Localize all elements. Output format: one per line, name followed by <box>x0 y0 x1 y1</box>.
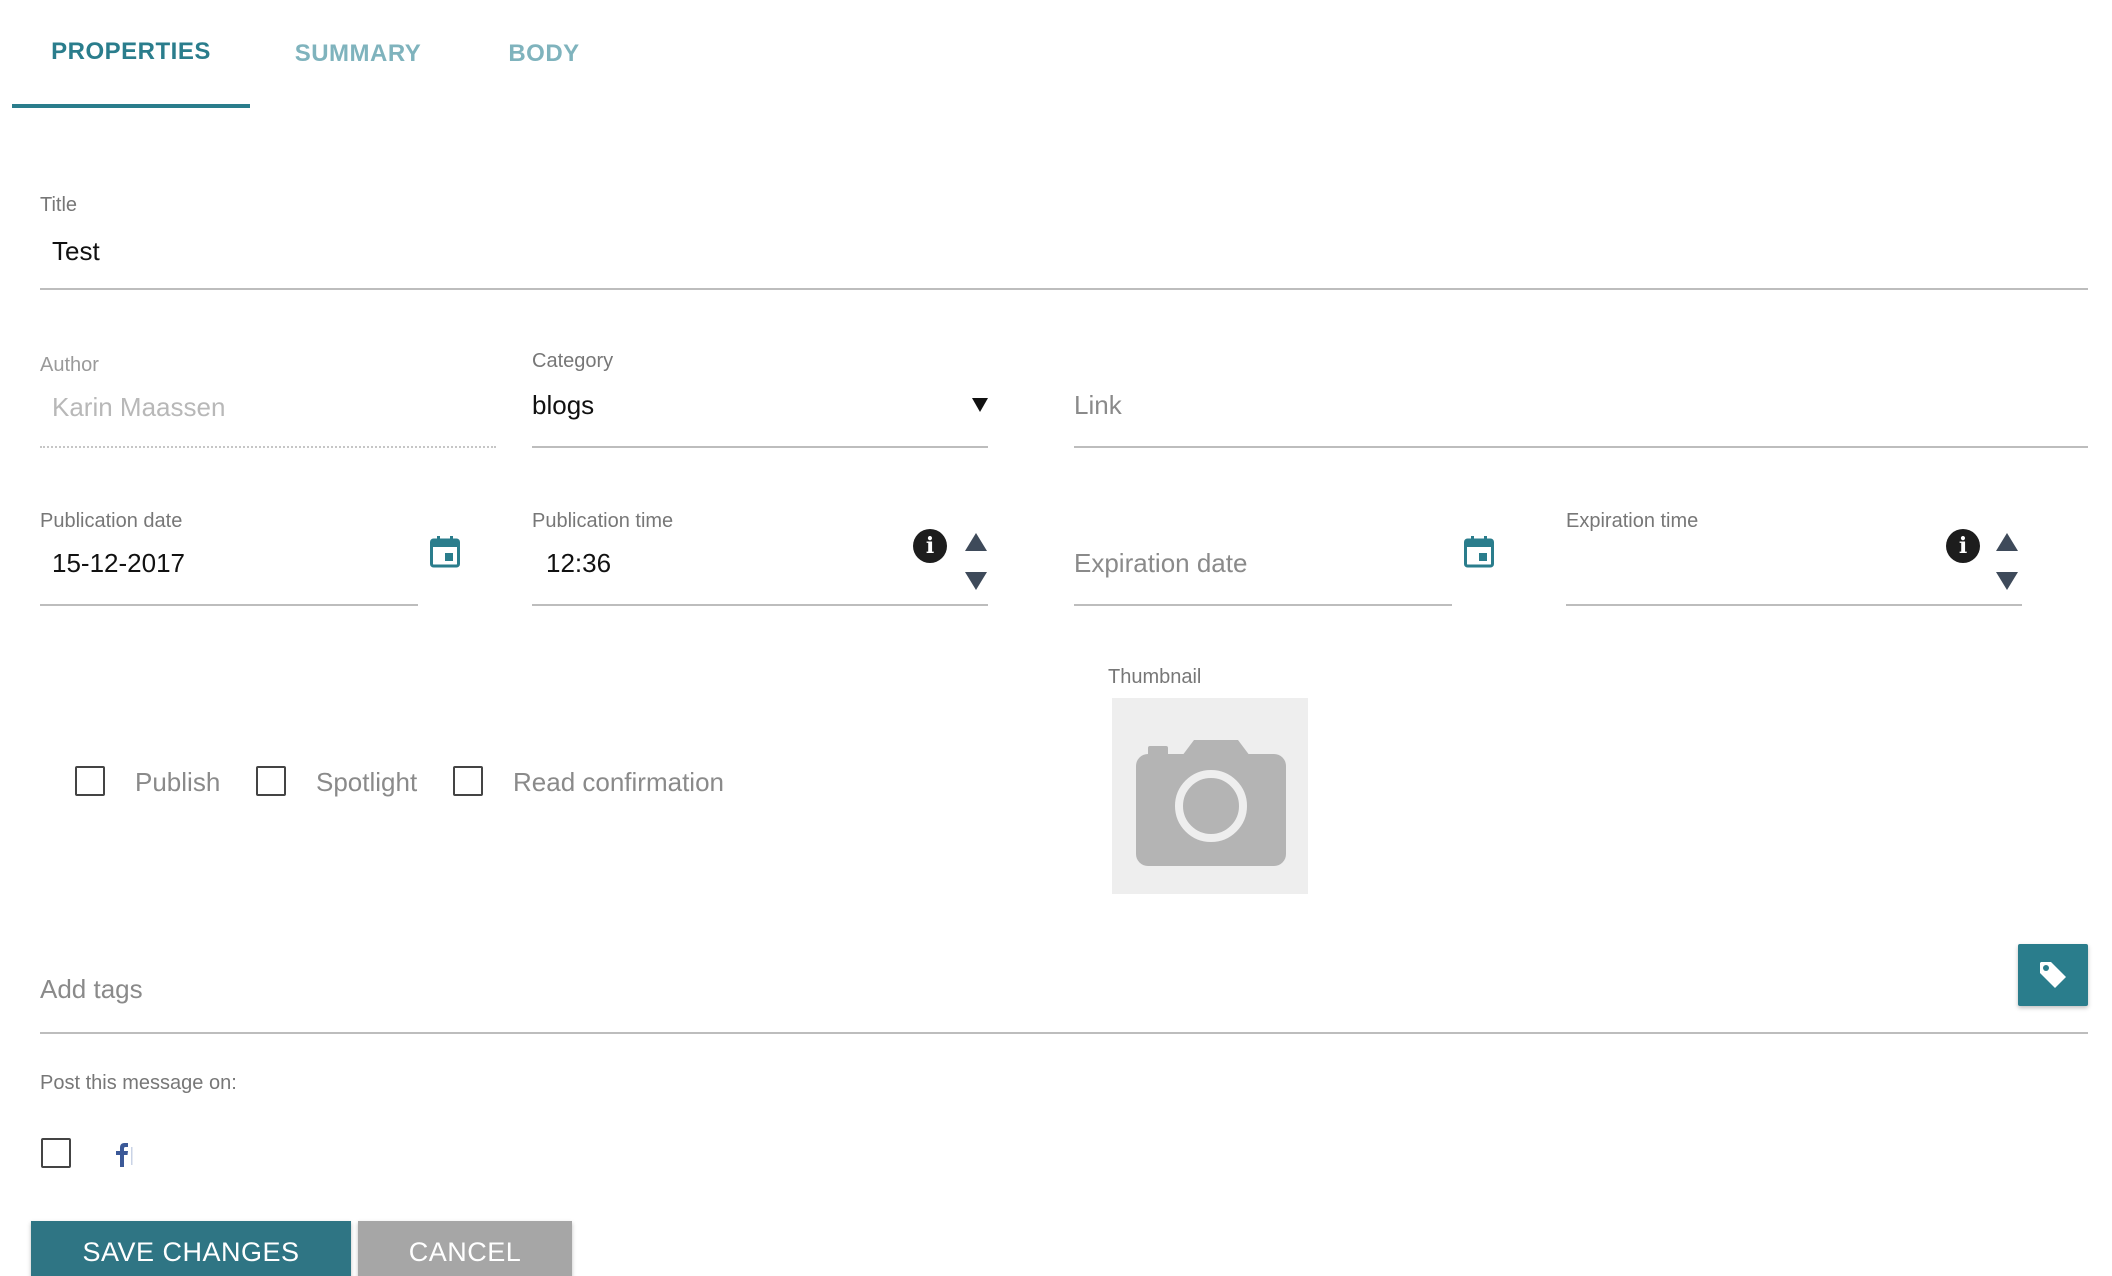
title-field[interactable]: Title Test <box>40 190 2088 290</box>
cancel-button[interactable]: CANCEL <box>358 1221 572 1276</box>
title-label: Title <box>40 194 78 216</box>
expiration-date-underline <box>1074 604 1452 606</box>
facebook-icon <box>116 1143 133 1167</box>
title-underline <box>40 288 2088 290</box>
spotlight-checkbox[interactable] <box>256 766 286 796</box>
link-placeholder: Link <box>1074 390 1122 420</box>
calendar-icon[interactable] <box>430 536 460 568</box>
link-underline <box>1074 446 2088 448</box>
tab-body[interactable]: BODY <box>466 0 622 108</box>
tab-summary[interactable]: SUMMARY <box>250 0 466 108</box>
tags-placeholder: Add tags <box>40 974 143 1004</box>
spotlight-label[interactable]: Spotlight <box>316 767 417 798</box>
publish-checkbox[interactable] <box>75 766 105 796</box>
facebook-checkbox[interactable] <box>41 1138 71 1168</box>
thumbnail-label: Thumbnail <box>1108 666 1202 688</box>
category-value: blogs <box>532 390 595 420</box>
publication-date-input[interactable]: 15-12-2017 <box>52 548 185 579</box>
read-confirmation-checkbox[interactable] <box>453 766 483 796</box>
read-confirmation-label[interactable]: Read confirmation <box>513 767 724 798</box>
publish-label[interactable]: Publish <box>135 767 220 798</box>
tab-properties[interactable]: PROPERTIES <box>12 0 250 108</box>
publication-date-label: Publication date <box>40 510 183 532</box>
category-label: Category <box>532 350 614 372</box>
tag-icon <box>2040 962 2066 988</box>
publication-time-input[interactable]: 12:36 <box>546 548 611 579</box>
info-icon[interactable]: i <box>913 529 947 563</box>
time-increment-icon[interactable] <box>1996 533 2018 551</box>
dropdown-caret-icon[interactable] <box>972 398 988 412</box>
info-icon[interactable]: i <box>1946 529 1980 563</box>
expiration-time-underline <box>1566 604 2022 606</box>
tab-bar: PROPERTIES SUMMARY BODY <box>12 0 622 108</box>
time-increment-icon[interactable] <box>965 533 987 551</box>
add-tag-button[interactable] <box>2018 944 2088 1006</box>
expiration-date-input[interactable]: Expiration date <box>1074 506 1452 606</box>
publication-date-field[interactable]: Publication date 15-12-2017 <box>40 506 418 606</box>
author-label: Author <box>40 354 99 376</box>
time-decrement-icon[interactable] <box>1996 572 2018 590</box>
publication-time-label: Publication time <box>532 510 674 532</box>
author-value: Karin Maassen <box>52 392 226 422</box>
thumbnail-upload[interactable] <box>1112 698 1308 894</box>
tags-input[interactable]: Add tags <box>40 960 2088 1034</box>
publication-time-underline <box>532 604 988 606</box>
time-decrement-icon[interactable] <box>965 572 987 590</box>
expiration-time-label: Expiration time <box>1566 510 1699 532</box>
author-underline <box>40 446 496 448</box>
title-input[interactable]: Test <box>52 236 100 267</box>
publication-date-underline <box>40 604 418 606</box>
save-changes-button[interactable]: SAVE CHANGES <box>31 1221 351 1276</box>
post-on-label: Post this message on: <box>40 1072 237 1094</box>
camera-icon <box>1136 740 1286 866</box>
category-select[interactable]: Category blogs <box>532 346 988 448</box>
expiration-date-placeholder: Expiration date <box>1074 548 1248 578</box>
link-input[interactable]: Link <box>1074 346 2088 448</box>
tags-underline <box>40 1032 2088 1034</box>
author-field: Author Karin Maassen <box>40 350 496 448</box>
calendar-icon[interactable] <box>1464 536 1494 568</box>
category-underline <box>532 446 988 448</box>
